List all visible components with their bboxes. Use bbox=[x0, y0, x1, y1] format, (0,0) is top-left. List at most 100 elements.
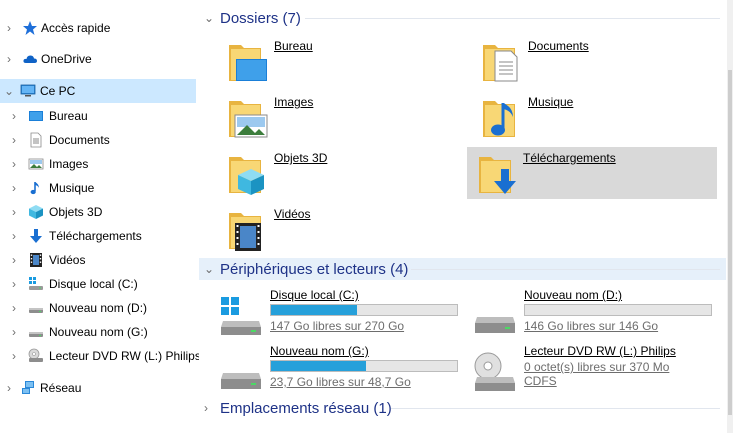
dvd-drive-icon bbox=[474, 352, 515, 391]
videos-folder-icon bbox=[229, 213, 261, 251]
sidebar-item-label: Objets 3D bbox=[49, 205, 103, 219]
hard-drive-icon bbox=[29, 308, 43, 313]
folder-tile-music[interactable]: Musique bbox=[457, 91, 707, 143]
cloud-icon bbox=[23, 55, 37, 63]
chevron-right-icon[interactable]: › bbox=[8, 350, 20, 362]
folder-tile-desktop[interactable]: Bureau bbox=[203, 35, 453, 87]
chevron-right-icon[interactable]: › bbox=[8, 158, 20, 170]
3d-objects-folder-icon bbox=[229, 157, 264, 195]
group-header-folders[interactable]: ⌄ Dossiers (7) bbox=[199, 7, 726, 29]
drive-usage-fill bbox=[271, 361, 366, 371]
sidebar-item-label: Accès rapide bbox=[41, 21, 111, 35]
hard-drive-icon bbox=[221, 373, 261, 389]
chevron-right-icon[interactable]: › bbox=[8, 302, 20, 314]
sidebar-item-videos[interactable]: › Vidéos bbox=[0, 248, 196, 272]
sidebar-item-downloads[interactable]: › Téléchargements bbox=[0, 224, 196, 248]
drive-tile-d[interactable]: Nouveau nom (D:) 146 Go libres sur 146 G… bbox=[453, 288, 712, 344]
scrollbar-thumb[interactable] bbox=[728, 70, 732, 415]
document-icon bbox=[30, 132, 42, 148]
drive-name: Nouveau nom (D:) bbox=[524, 288, 623, 302]
chevron-right-icon[interactable]: › bbox=[8, 206, 20, 218]
drive-name: Nouveau nom (G:) bbox=[270, 344, 369, 358]
folder-name: Musique bbox=[528, 95, 574, 109]
sidebar-item-drive-d[interactable]: › Nouveau nom (D:) bbox=[0, 296, 196, 320]
sidebar-item-label: Vidéos bbox=[49, 253, 86, 267]
folder-tile-videos[interactable]: Vidéos bbox=[203, 203, 453, 255]
sidebar-item-network[interactable]: › Réseau bbox=[0, 376, 196, 400]
sidebar-item-drive-g[interactable]: › Nouveau nom (G:) bbox=[0, 320, 196, 344]
sidebar-item-quick-access[interactable]: › Accès rapide bbox=[0, 16, 196, 40]
drive-tile-dvd[interactable]: Lecteur DVD RW (L:) Philips 0 octet(s) l… bbox=[453, 344, 703, 400]
group-header-devices[interactable]: ⌄ Périphériques et lecteurs (4) bbox=[199, 258, 726, 280]
sidebar-item-documents[interactable]: › Documents bbox=[0, 128, 196, 152]
group-divider bbox=[411, 269, 720, 270]
network-icon bbox=[22, 381, 34, 394]
vertical-scrollbar[interactable] bbox=[727, 0, 733, 433]
sidebar-item-pictures[interactable]: › Images bbox=[0, 152, 196, 176]
chevron-down-icon[interactable]: ⌄ bbox=[3, 85, 15, 97]
sidebar-item-label: Ce PC bbox=[40, 84, 76, 98]
hard-drive-icon bbox=[475, 317, 515, 333]
group-header-network-locations[interactable]: › Emplacements réseau (1) bbox=[199, 397, 726, 419]
chevron-right-icon[interactable]: › bbox=[8, 182, 20, 194]
chevron-right-icon[interactable]: › bbox=[8, 110, 20, 122]
chevron-down-icon[interactable]: ⌄ bbox=[204, 262, 216, 276]
chevron-right-icon[interactable]: › bbox=[3, 53, 15, 65]
sidebar-item-label: Musique bbox=[49, 181, 95, 195]
film-icon bbox=[30, 253, 42, 267]
sidebar-item-label: Téléchargements bbox=[49, 229, 142, 243]
chevron-right-icon[interactable]: › bbox=[8, 254, 20, 266]
sidebar-item-onedrive[interactable]: › OneDrive bbox=[0, 47, 196, 71]
chevron-right-icon[interactable]: › bbox=[3, 22, 15, 34]
group-title: Périphériques et lecteurs (4) bbox=[220, 261, 409, 278]
cube-icon bbox=[29, 205, 43, 219]
sidebar-item-label: Lecteur DVD RW (L:) Philips bbox=[49, 349, 201, 363]
folder-tile-documents[interactable]: Documents bbox=[457, 35, 707, 87]
chevron-right-icon[interactable]: › bbox=[8, 326, 20, 338]
sidebar-item-dvd-drive[interactable]: › Lecteur DVD RW (L:) Philips bbox=[0, 344, 201, 368]
sidebar-item-label: Nouveau nom (G:) bbox=[49, 325, 148, 339]
drive-free-space: 147 Go libres sur 270 Go bbox=[270, 319, 405, 333]
sidebar-item-drive-c[interactable]: › Disque local (C:) bbox=[0, 272, 196, 296]
group-divider bbox=[305, 18, 720, 19]
picture-icon bbox=[28, 158, 44, 170]
folder-tile-downloads[interactable]: Téléchargements bbox=[467, 147, 717, 199]
sidebar-item-label: Nouveau nom (D:) bbox=[49, 301, 148, 315]
drive-free-space: 146 Go libres sur 146 Go bbox=[524, 319, 659, 333]
folder-tile-pictures[interactable]: Images bbox=[203, 91, 453, 143]
download-arrow-icon bbox=[30, 229, 42, 243]
group-title: Dossiers (7) bbox=[220, 10, 301, 27]
drive-usage-bar bbox=[524, 304, 712, 316]
chevron-right-icon[interactable]: › bbox=[8, 278, 20, 290]
sidebar-item-label: Bureau bbox=[49, 109, 88, 123]
drive-name: Lecteur DVD RW (L:) Philips bbox=[524, 344, 676, 358]
drive-tile-c[interactable]: Disque local (C:) 147 Go libres sur 270 … bbox=[199, 288, 458, 344]
group-title: Emplacements réseau (1) bbox=[220, 400, 392, 417]
drive-tile-g[interactable]: Nouveau nom (G:) 23,7 Go libres sur 48,7… bbox=[199, 344, 458, 400]
sidebar-item-label: OneDrive bbox=[41, 52, 92, 66]
pictures-folder-icon bbox=[229, 101, 268, 138]
sidebar-item-music[interactable]: › Musique bbox=[0, 176, 196, 200]
chevron-down-icon[interactable]: ⌄ bbox=[204, 11, 216, 25]
chevron-right-icon[interactable]: › bbox=[8, 134, 20, 146]
folder-name: Vidéos bbox=[274, 207, 311, 221]
chevron-right-icon[interactable]: › bbox=[3, 382, 15, 394]
drive-usage-fill bbox=[271, 305, 357, 315]
drive-filesystem: CDFS bbox=[524, 374, 557, 388]
sidebar-item-3d-objects[interactable]: › Objets 3D bbox=[0, 200, 196, 224]
drive-free-space: 23,7 Go libres sur 48,7 Go bbox=[270, 375, 411, 389]
folder-name: Téléchargements bbox=[523, 151, 616, 165]
chevron-right-icon[interactable]: › bbox=[8, 230, 20, 242]
folder-name: Objets 3D bbox=[274, 151, 328, 165]
navigation-pane: › Accès rapide › OneDrive ⌄ Ce PC › Bure… bbox=[0, 0, 201, 433]
folder-tile-3d-objects[interactable]: Objets 3D bbox=[203, 147, 453, 199]
sidebar-item-this-pc[interactable]: ⌄ Ce PC bbox=[0, 79, 196, 103]
drive-free-space: 0 octet(s) libres sur 370 Mo bbox=[524, 360, 670, 374]
computer-icon bbox=[20, 84, 36, 97]
folder-name: Documents bbox=[528, 39, 589, 53]
hard-drive-icon bbox=[29, 332, 43, 337]
chevron-right-icon[interactable]: › bbox=[204, 401, 216, 415]
folder-name: Bureau bbox=[274, 39, 313, 53]
sidebar-item-label: Documents bbox=[49, 133, 110, 147]
sidebar-item-desktop[interactable]: › Bureau bbox=[0, 104, 196, 128]
